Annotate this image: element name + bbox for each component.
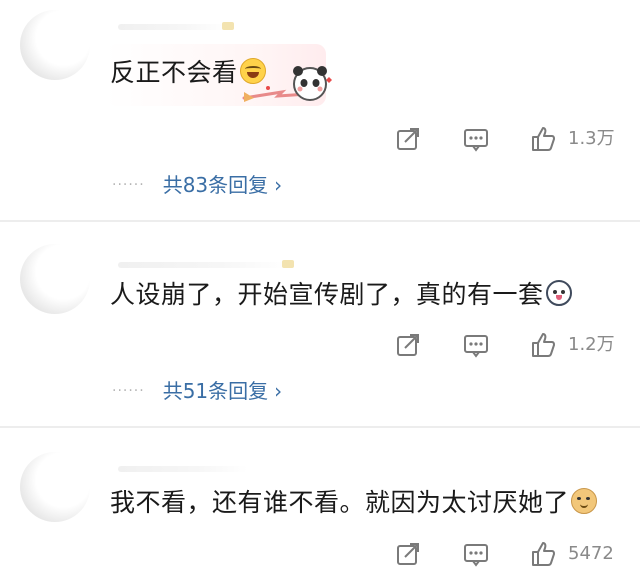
like-count: 1.3万 xyxy=(568,128,615,149)
replies-link[interactable]: ······ 共83条回复 › xyxy=(112,170,282,200)
divider xyxy=(0,426,640,428)
replies-dots: ······ xyxy=(112,383,145,399)
avatar[interactable] xyxy=(20,244,90,314)
badge-icon xyxy=(222,22,234,30)
chevron-right-icon: › xyxy=(274,173,283,197)
replies-label: 共51条回复 xyxy=(162,379,269,403)
share-icon[interactable] xyxy=(395,126,421,152)
comment-text: 我不看，还有谁不看。就因为太讨厌她了 xyxy=(110,486,598,520)
comment-text: 人设崩了，开始宣传剧了，真的有一套 xyxy=(110,278,572,312)
comment-actions: 1.2万 xyxy=(0,328,640,362)
avatar[interactable] xyxy=(20,452,90,522)
comment-actions: 5472 xyxy=(0,537,640,571)
comment-icon[interactable] xyxy=(463,126,489,152)
share-icon[interactable] xyxy=(395,332,421,358)
divider xyxy=(0,220,640,222)
comment-text-body: 我不看，还有谁不看。就因为太讨厌她了 xyxy=(110,488,570,517)
comment-actions: 1.3万 xyxy=(0,122,640,156)
like-icon[interactable] xyxy=(530,126,556,152)
replies-label: 共83条回复 xyxy=(162,173,269,197)
username-blurred[interactable] xyxy=(118,22,234,30)
username-blurred[interactable] xyxy=(118,466,248,472)
replies-link[interactable]: ······ 共51条回复 › xyxy=(112,376,282,406)
doge-emoji-icon xyxy=(571,488,598,514)
replies-dots: ······ xyxy=(112,177,145,193)
like-count: 1.2万 xyxy=(568,334,615,355)
comment-icon[interactable] xyxy=(463,541,489,567)
like-icon[interactable] xyxy=(530,332,556,358)
like-count: 5472 xyxy=(568,543,614,564)
comment-text-body: 反正不会看 xyxy=(110,58,238,87)
share-icon[interactable] xyxy=(395,541,421,567)
chevron-right-icon: › xyxy=(274,379,283,403)
comment-icon[interactable] xyxy=(463,332,489,358)
comment-text-body: 人设崩了，开始宣传剧了，真的有一套 xyxy=(110,280,544,309)
like-icon[interactable] xyxy=(530,541,556,567)
husky-emoji-icon xyxy=(545,280,572,306)
username-blurred[interactable] xyxy=(118,260,294,268)
avatar[interactable] xyxy=(20,10,90,80)
panda-sticker-icon xyxy=(242,66,332,102)
badge-icon xyxy=(282,260,294,268)
